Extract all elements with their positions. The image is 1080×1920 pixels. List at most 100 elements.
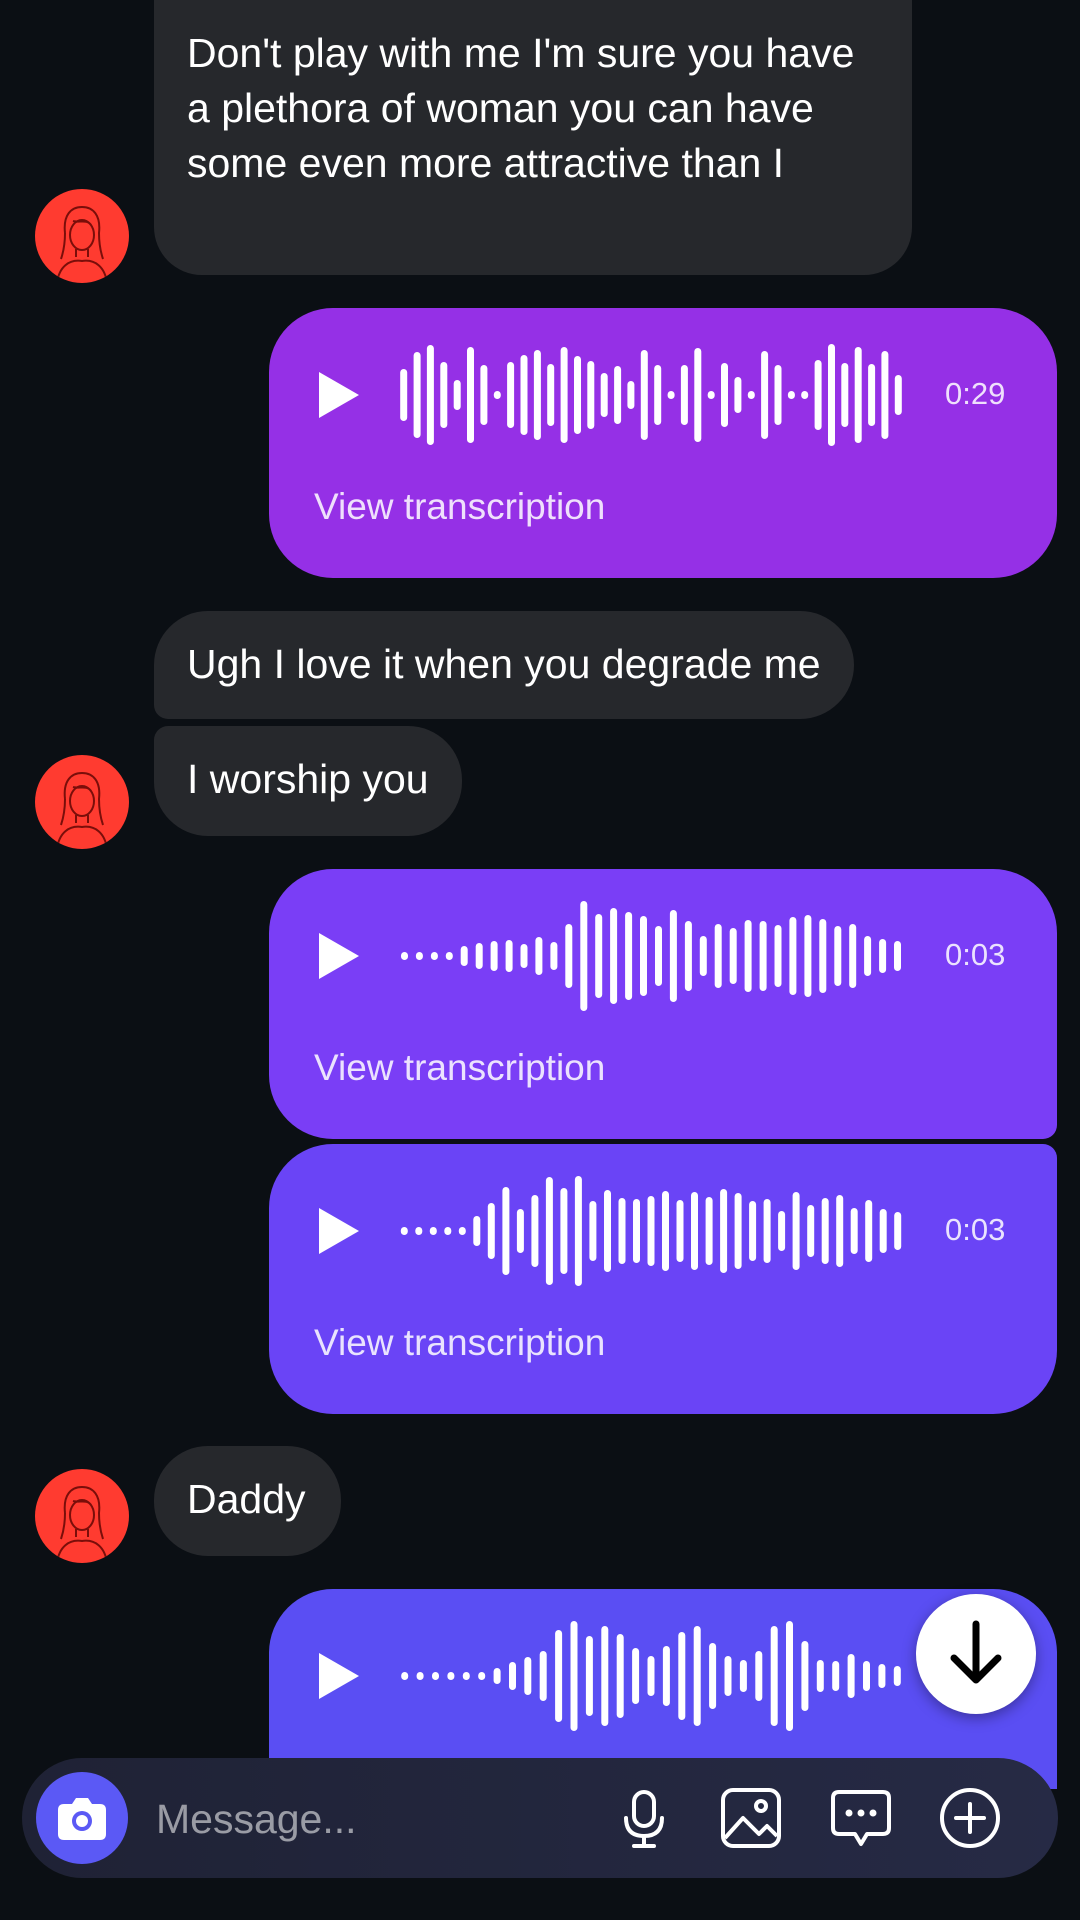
waveform-bar <box>520 944 528 968</box>
waveform-bar <box>720 1189 728 1273</box>
voice-message[interactable]: 0:03 View transcription <box>269 1144 1057 1414</box>
waveform-bar <box>662 1191 669 1271</box>
view-transcription-link[interactable]: View transcription <box>314 1322 605 1364</box>
waveform-bar <box>821 1198 829 1264</box>
waveform-bar <box>610 908 618 1004</box>
waveform-bar <box>478 1672 486 1680</box>
message-bubble[interactable]: Don't play with me I'm sure you have a p… <box>154 0 912 275</box>
waveform-bar <box>647 1656 655 1696</box>
sticker-chat-icon <box>831 1790 891 1846</box>
voice-message[interactable]: 0:03 View transcription <box>269 869 1057 1139</box>
waveform-bar <box>647 1196 655 1266</box>
waveform[interactable] <box>397 338 905 452</box>
waveform-bar <box>879 1209 887 1253</box>
waveform-bar <box>786 1621 793 1731</box>
waveform-bar <box>625 912 633 1000</box>
waveform-bar <box>533 350 541 440</box>
waveform-bar <box>828 344 835 446</box>
voice-duration: 0:03 <box>945 937 1006 972</box>
voice-message[interactable]: 0:29 View transcription <box>269 308 1057 578</box>
waveform-bar <box>601 1626 609 1726</box>
message-bubble[interactable]: Ugh I love it when you degrade me <box>154 611 854 719</box>
waveform-bar <box>400 1227 408 1235</box>
waveform-bar <box>655 926 662 986</box>
waveform-bar <box>893 1666 901 1686</box>
waveform-bar <box>560 347 568 443</box>
waveform-bar <box>473 1216 481 1246</box>
waveform-bar <box>460 946 468 966</box>
waveform-bar <box>705 1197 713 1265</box>
waveform-bar <box>744 920 752 992</box>
waveform-bar <box>709 1643 717 1709</box>
voice-duration: 0:29 <box>945 376 1006 411</box>
play-icon[interactable] <box>317 370 361 420</box>
message-input[interactable] <box>154 1788 598 1850</box>
waveform-bar <box>676 1200 684 1262</box>
more-options-button[interactable] <box>934 1782 1006 1854</box>
waveform-bar <box>574 1176 582 1286</box>
waveform-bar <box>787 391 795 399</box>
waveform-bar <box>400 369 408 421</box>
scroll-to-bottom-button[interactable] <box>916 1594 1036 1714</box>
waveform-bar <box>801 391 809 399</box>
view-transcription-link[interactable]: View transcription <box>314 1047 605 1089</box>
waveform-bar <box>614 366 622 424</box>
play-icon[interactable] <box>317 1651 361 1701</box>
waveform-bar <box>480 365 488 425</box>
waveform-bar <box>430 952 438 960</box>
message-bubble[interactable]: Daddy <box>154 1446 341 1556</box>
waveform-bar <box>507 362 515 428</box>
waveform-bar <box>401 1672 409 1680</box>
voice-duration: 0:03 <box>945 1212 1006 1247</box>
avatar[interactable] <box>35 755 129 849</box>
view-transcription-link[interactable]: View transcription <box>314 486 605 528</box>
waveform-bar <box>849 924 857 988</box>
waveform-bar <box>413 352 421 438</box>
message-bubble[interactable]: I worship you <box>154 726 462 836</box>
waveform-bar <box>832 1661 840 1691</box>
waveform-bar <box>714 924 722 988</box>
waveform-bar <box>863 1661 870 1691</box>
waveform-bar <box>555 1630 563 1722</box>
camera-button[interactable] <box>36 1772 128 1864</box>
avatar[interactable] <box>35 1469 129 1563</box>
message-text: Don't play with me I'm sure you have a p… <box>187 30 855 186</box>
waveform-bar <box>516 1209 524 1253</box>
waveform-bar <box>640 916 647 996</box>
waveform-bar <box>749 1201 757 1261</box>
waveform[interactable] <box>397 1174 905 1288</box>
waveform-bar <box>545 1177 553 1285</box>
waveform-bar <box>453 380 461 410</box>
play-icon[interactable] <box>317 931 361 981</box>
waveform-bar <box>589 1201 597 1261</box>
waveform[interactable] <box>397 899 905 1013</box>
waveform-bar <box>878 1664 886 1688</box>
waveform-bar <box>502 1187 510 1275</box>
waveform-bar <box>691 1192 698 1270</box>
gallery-button[interactable] <box>715 1782 787 1854</box>
waveform-bar <box>467 347 474 443</box>
waveform-bar <box>699 936 707 976</box>
play-icon[interactable] <box>317 1206 361 1256</box>
waveform-bar <box>440 362 448 428</box>
waveform-bar <box>894 1212 902 1250</box>
waveform-bar <box>747 391 755 399</box>
waveform-bar <box>850 1208 858 1254</box>
waveform-bar <box>550 942 558 970</box>
microphone-button[interactable] <box>608 1782 680 1854</box>
waveform-bar <box>520 355 528 435</box>
waveform-bar <box>662 1646 670 1706</box>
waveform-bar <box>729 928 737 984</box>
waveform-bar <box>547 364 555 426</box>
message-text: Daddy <box>187 1476 306 1522</box>
waveform-bar <box>819 919 827 993</box>
waveform-bar <box>604 1190 611 1272</box>
avatar[interactable] <box>35 189 129 283</box>
waveform-bar <box>847 1654 855 1698</box>
plus-icon <box>940 1788 1000 1848</box>
waveform-bar <box>524 1657 532 1695</box>
sticker-chat-button[interactable] <box>825 1782 897 1854</box>
waveform[interactable] <box>397 1619 905 1733</box>
waveform-bar <box>669 910 677 1002</box>
waveform-bar <box>432 1672 439 1680</box>
